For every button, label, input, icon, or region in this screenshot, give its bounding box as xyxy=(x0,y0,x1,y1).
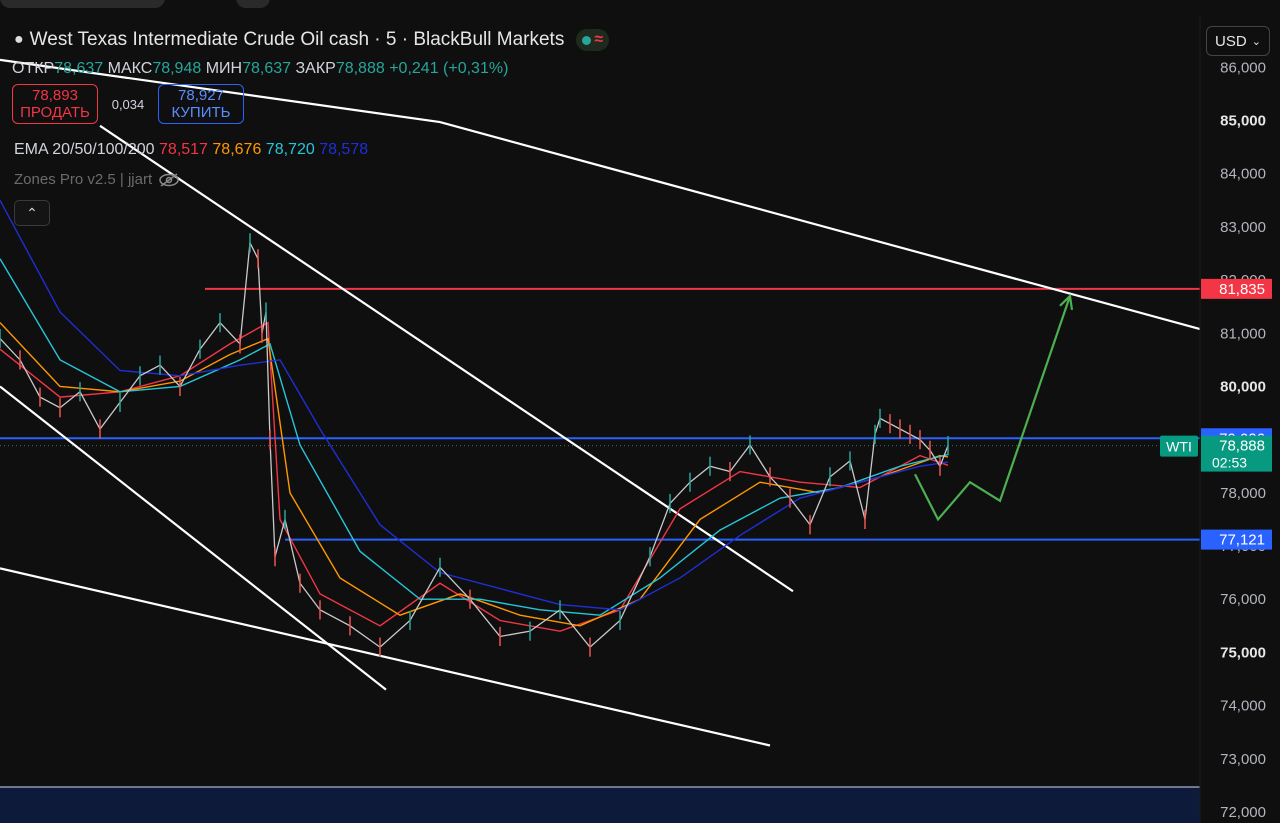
level-tag-label-2: 77,121 xyxy=(1219,532,1265,549)
market-status-badge[interactable]: ≈ xyxy=(576,29,610,51)
zone-band xyxy=(0,787,1200,823)
current-price-label: 78,888 xyxy=(1219,438,1265,455)
change-value: +0,241 (+0,31%) xyxy=(389,60,509,77)
y-tick-label: 80,000 xyxy=(1220,378,1266,395)
chevron-up-icon: ⌃ xyxy=(26,204,38,221)
y-tick-label: 72,000 xyxy=(1220,804,1266,821)
ema-legend[interactable]: EMA 20/50/100/200 78,517 78,676 78,720 7… xyxy=(14,141,368,159)
y-tick-label: 76,000 xyxy=(1220,591,1266,608)
high-value: 78,948 xyxy=(152,60,202,77)
price-chart[interactable]: 86,00085,00084,00083,00082,00081,00080,0… xyxy=(0,16,1280,823)
open-value: 78,637 xyxy=(54,60,104,77)
zones-label: Zones Pro v2.5 | jjart xyxy=(14,171,153,188)
toolbar-pill[interactable] xyxy=(236,0,270,8)
market-open-dot-icon xyxy=(582,35,592,45)
zones-indicator-legend[interactable]: Zones Pro v2.5 | jjart xyxy=(14,171,180,188)
eye-hidden-icon[interactable] xyxy=(158,172,180,188)
ohlc-legend: ОТКР78,637 МАКС78,948 МИН78,637 ЗАКР78,8… xyxy=(12,60,508,78)
currency-select[interactable]: USD ⌄ xyxy=(1206,26,1270,56)
spread-value: 0,034 xyxy=(111,96,145,112)
ema-label: EMA 20/50/100/200 xyxy=(14,141,155,158)
collapse-legend-button[interactable]: ⌃ xyxy=(14,200,50,226)
level-tag-label-0: 81,835 xyxy=(1219,281,1265,298)
y-tick-label: 86,000 xyxy=(1220,59,1266,76)
sell-label: ПРОДАТЬ xyxy=(20,104,90,121)
close-label: ЗАКР xyxy=(295,60,336,77)
top-toolbar xyxy=(0,0,1280,17)
y-tick-label: 74,000 xyxy=(1220,698,1266,715)
y-tick-label: 85,000 xyxy=(1220,112,1266,129)
y-tick-label: 73,000 xyxy=(1220,751,1266,768)
symbol-header: ● West Texas Intermediate Crude Oil cash… xyxy=(14,29,610,51)
trade-panel: 78,893 ПРОДАТЬ 0,034 78,927 КУПИТЬ xyxy=(12,84,244,124)
ema-50-value: 78,676 xyxy=(212,141,262,158)
y-tick-label: 83,000 xyxy=(1220,219,1266,236)
wave-icon: ≈ xyxy=(594,31,604,48)
y-tick-label: 81,000 xyxy=(1220,325,1266,342)
high-label: МАКС xyxy=(107,60,153,77)
low-value: 78,637 xyxy=(242,60,292,77)
chevron-down-icon: ⌄ xyxy=(1251,35,1261,48)
sell-button[interactable]: 78,893 ПРОДАТЬ xyxy=(12,84,98,124)
buy-button[interactable]: 78,927 КУПИТЬ xyxy=(158,84,244,124)
y-tick-label: 84,000 xyxy=(1220,166,1266,183)
ema-100-value: 78,720 xyxy=(265,141,315,158)
countdown-label: 02:53 xyxy=(1212,455,1247,471)
sell-price: 78,893 xyxy=(32,87,78,104)
ema-20-value: 78,517 xyxy=(159,141,208,158)
buy-price: 78,927 xyxy=(178,87,224,104)
ema-200-value: 78,578 xyxy=(319,141,369,158)
close-value: 78,888 xyxy=(335,60,385,77)
symbol-tag-label: WTI xyxy=(1166,439,1192,455)
y-tick-label: 75,000 xyxy=(1220,644,1266,661)
currency-label: USD xyxy=(1215,32,1247,50)
open-label: ОТКР xyxy=(12,60,55,77)
y-tick-label: 78,000 xyxy=(1220,485,1266,502)
chart-background xyxy=(0,16,1280,823)
droplet-icon: ● xyxy=(14,31,24,48)
toolbar-search-pill[interactable] xyxy=(0,0,165,8)
low-label: МИН xyxy=(205,60,243,77)
symbol-title[interactable]: West Texas Intermediate Crude Oil cash ·… xyxy=(30,29,565,51)
buy-label: КУПИТЬ xyxy=(171,104,231,121)
